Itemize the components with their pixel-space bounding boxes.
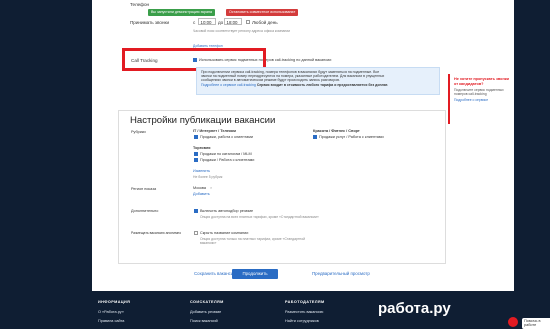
rubric-1-item: Продажи, работа с клиентами xyxy=(200,135,253,139)
from-label: с xyxy=(193,20,196,25)
rubrics-hint: Не более 5 рубрик xyxy=(193,175,223,179)
save-vacancy-link[interactable]: Сохранить вакансию xyxy=(194,271,237,276)
footer-employers-heading: РАБОТОДАТЕЛЯМ xyxy=(285,300,325,304)
call-tracking-promo-card: Не хотите пропускать звонки от кандидато… xyxy=(448,74,514,124)
region-close-icon[interactable]: × xyxy=(210,186,212,190)
footer-rules-link[interactable]: Правила сайта xyxy=(98,319,124,323)
screen-share-chip: Вы запустили демонстрацию экрана xyxy=(148,9,216,16)
rabota-logo[interactable]: работа.ру xyxy=(378,300,451,317)
anonymous-label: Размещать вакансию анонимно xyxy=(131,231,182,235)
rubric-3-head: Торговля xyxy=(193,146,211,150)
chat-badge-icon[interactable] xyxy=(508,317,518,327)
phone-label: Телефон xyxy=(130,2,150,7)
change-rubrics-link[interactable]: Изменить xyxy=(193,169,210,173)
promo-link[interactable]: Подробнее о сервисе xyxy=(454,98,510,102)
rubric-1-checkbox[interactable] xyxy=(194,135,198,139)
promo-desc: Подключите сервис подменных номеров call… xyxy=(454,88,504,97)
rubric-2-item: Продажи услуг / Работа с клиентами xyxy=(319,135,384,139)
extra-label: Дополнительно xyxy=(131,209,159,213)
any-day-label: Любой день xyxy=(252,20,278,25)
rubric-2-checkbox[interactable] xyxy=(313,135,317,139)
rubrics-label: Рубрики xyxy=(131,130,146,134)
hide-company-label: Скрыть название компании xyxy=(200,231,249,235)
preview-link[interactable]: Предварительный просмотр xyxy=(312,271,370,276)
rubric-3-checkbox-1[interactable] xyxy=(194,152,198,156)
region-label: Регион показа xyxy=(131,187,157,191)
publish-title: Настройки публикации вакансии xyxy=(130,115,276,126)
autoselect-hint: Опция доступна на всех платных тарифах, … xyxy=(200,215,319,219)
add-region-link[interactable]: Добавить xyxy=(193,192,210,196)
call-tracking-info-link[interactable]: Подробнее о сервисе call-tracking xyxy=(201,83,256,87)
rubric-3-item-2: Продажи / Работа с клиентами xyxy=(200,158,255,162)
stop-sharing-button[interactable]: Остановить совместное использование xyxy=(226,9,299,16)
rubric-3-checkbox-2[interactable] xyxy=(194,158,198,162)
time-from-input[interactable]: 10:00 xyxy=(198,18,216,25)
rubric-3-item-1: Продажи по каталогам / MLM xyxy=(200,152,252,156)
hide-company-hint: Опция доступна только на платных тарифах… xyxy=(200,237,306,245)
footer-about-link[interactable]: О «Работа.ру» xyxy=(98,310,124,314)
time-to-input[interactable]: 18:00 xyxy=(224,18,242,25)
promo-title: Не хотите пропускать звонки от кандидато… xyxy=(454,77,510,86)
footer-search-jobs-link[interactable]: Поиск вакансий xyxy=(190,319,218,323)
footer-post-job-link[interactable]: Разместить вакансию xyxy=(285,310,323,314)
calls-label: Принимать звонки xyxy=(130,20,170,25)
footer-add-resume-link[interactable]: Добавить резюме xyxy=(190,310,221,314)
autoselect-checkbox[interactable] xyxy=(194,209,198,213)
autoselect-label: Включить автоподбор резюме xyxy=(200,209,254,213)
call-tracking-info: При подключении сервиса call-tracking, н… xyxy=(196,67,440,95)
footer-find-staff-link[interactable]: Найти сотрудников xyxy=(285,319,319,323)
footer xyxy=(0,291,550,329)
hide-company-checkbox[interactable] xyxy=(194,231,198,235)
footer-seekers-heading: СОИСКАТЕЛЯМ xyxy=(190,300,224,304)
timezone-hint: Часовой пояс соответствует региону адрес… xyxy=(193,29,291,33)
to-label: до xyxy=(218,20,224,25)
rubric-2-head: Красота / Фитнес / Спорт xyxy=(313,129,360,133)
any-day-checkbox[interactable] xyxy=(246,20,250,24)
help-widget[interactable]: Помочь в работе xyxy=(522,318,550,329)
info-tail: Сервис входит в стоимость любого тарифа … xyxy=(256,82,389,87)
region-value[interactable]: Москва xyxy=(193,186,206,190)
rubric-1-head: IT / Интернет / Телеком xyxy=(193,129,236,133)
continue-button[interactable]: Продолжить xyxy=(232,269,278,279)
footer-info-heading: ИНФОРМАЦИЯ xyxy=(98,300,131,304)
